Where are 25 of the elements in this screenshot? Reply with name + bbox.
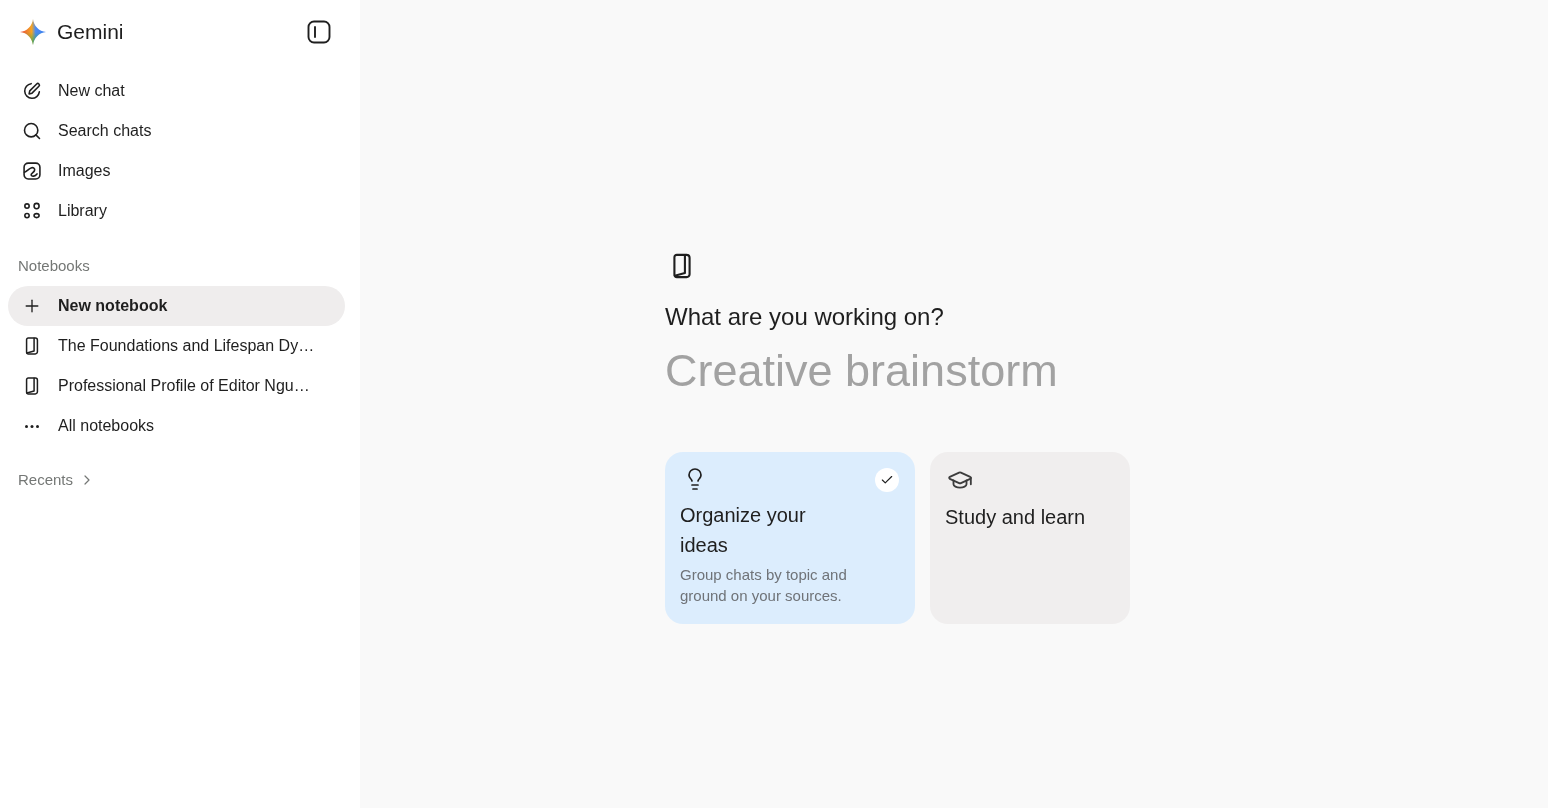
notebook-item[interactable]: All notebooks — [8, 406, 345, 446]
section-heading: Notebooks — [18, 255, 90, 276]
card-title: Study and learn — [945, 505, 1086, 530]
notebook-item[interactable]: The Foundations and Lifespan Dy… — [8, 326, 345, 366]
option-card[interactable]: Organize your ideas Group chats by topic and ground on your sources. — [665, 452, 915, 624]
notebook-item[interactable]: Professional Profile of Editor Ngu… — [8, 366, 345, 406]
dots-grid-icon — [22, 201, 42, 221]
card-description: Group chats by topic and ground on your sources. — [680, 565, 848, 606]
more-icon — [25, 424, 39, 428]
image-icon — [22, 161, 42, 181]
app-title: Gemini — [57, 19, 124, 45]
pencil-icon — [22, 81, 42, 101]
nav-item[interactable]: Search chats — [8, 111, 345, 151]
card-title: Organize your ideas — [680, 503, 807, 558]
input-field[interactable]: Creative brainstorm — [665, 343, 1243, 399]
notebook-item[interactable]: New notebook — [8, 286, 345, 326]
sidebar-panel-icon — [307, 20, 331, 44]
option-card[interactable]: Study and learn — [930, 452, 1130, 624]
prompt-heading: What are you working on? — [665, 302, 944, 332]
nav-item[interactable]: New chat — [8, 71, 345, 111]
check-icon — [875, 468, 899, 492]
search-icon — [22, 121, 42, 141]
nav-item[interactable]: Images — [8, 151, 345, 191]
recents-toggle[interactable]: Recents — [18, 468, 96, 492]
nav-item[interactable]: Library — [8, 191, 345, 231]
